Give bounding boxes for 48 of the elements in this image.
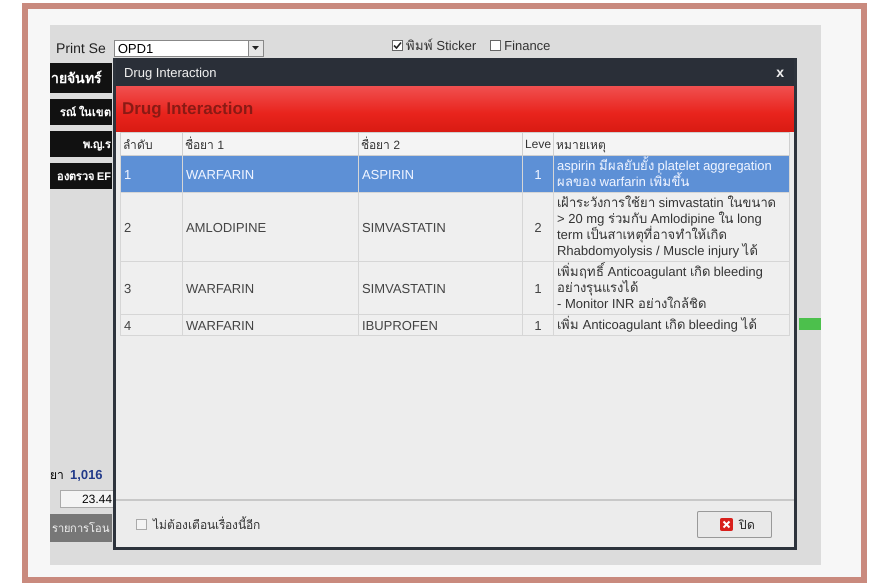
dropdown-arrow-icon xyxy=(252,46,260,50)
patient-info-label: รณ์ ในเขต xyxy=(50,99,112,125)
checkbox[interactable] xyxy=(490,40,502,50)
table-cell: AMLODIPINE xyxy=(182,192,358,262)
option-label: Finance xyxy=(504,38,550,52)
table-cell: 3 xyxy=(120,262,182,314)
table-cell: IBUPROFEN xyxy=(358,314,522,336)
print-server-label: Print Se xyxy=(56,40,106,56)
table-cell: เฝ้าระวังการใช้ยา simvastatin ในขนาด > 20 mg ร่วมกับ Amlodipine ใน long term เป็นสาเหตุที่อาจทำให้เกิด Rhabdomyolysis / Muscle injury ได้ xyxy=(554,192,790,262)
table-cell: WARFARIN xyxy=(182,262,358,314)
patient-info-label: องตรวจ EF xyxy=(50,163,112,189)
option-label: พิมพ์ Sticker xyxy=(406,36,476,54)
drug-count-label: ยา xyxy=(50,467,64,484)
table-cell: 1 xyxy=(522,156,554,192)
column-header[interactable]: หมายเหตุ xyxy=(554,132,790,156)
patient-info-label: ายจันทร์ xyxy=(50,63,112,93)
checkbox-label: ไม่ต้องเตือนเรื่องนี้อีก xyxy=(153,515,260,534)
table-cell: SIMVASTATIN xyxy=(358,262,522,314)
table-cell: WARFARIN xyxy=(182,156,358,192)
print-server-dropdown[interactable]: OPD1 xyxy=(114,40,264,56)
close-icon xyxy=(720,518,733,530)
table-cell: 2 xyxy=(522,192,554,262)
table-cell: เพิ่ม Anticoagulant เกิด bleeding ได้ xyxy=(554,314,790,336)
table-cell: SIMVASTATIN xyxy=(358,192,522,262)
patient-info-label: พ.ญ.ร xyxy=(50,131,112,157)
close-button[interactable]: x xyxy=(774,64,786,80)
column-header[interactable]: ชื่อยา 1 xyxy=(182,132,358,156)
table-cell: WARFARIN xyxy=(182,314,358,336)
checkbox[interactable] xyxy=(136,518,147,530)
table-cell: aspirin มีผลยับยั้ง platelet aggregation ผลของ warfarin เพิ่มขึ้น xyxy=(554,156,790,192)
table-cell: 1 xyxy=(522,314,554,336)
dialog-title: Drug Interaction xyxy=(124,64,216,80)
amount-field[interactable]: 23.44 xyxy=(60,490,116,508)
checkbox[interactable] xyxy=(392,40,403,50)
column-header[interactable]: ลำดับ xyxy=(120,132,182,156)
column-header[interactable]: ชื่อยา 2 xyxy=(358,132,522,156)
dialog-header: Drug Interaction xyxy=(122,99,254,119)
table-cell: เพิ่มฤทธิ์ Anticoagulant เกิด bleeding อย่างรุนแรงได้ - Monitor INR อย่างใกล้ชิด xyxy=(554,262,790,314)
table-cell: ASPIRIN xyxy=(358,156,522,192)
column-header[interactable]: Leve xyxy=(522,132,554,156)
table-cell: 2 xyxy=(120,192,182,262)
table-cell: 1 xyxy=(120,156,182,192)
status-panel xyxy=(799,318,821,330)
table-cell: 4 xyxy=(120,314,182,336)
drug-count: 1,016 xyxy=(70,467,103,482)
close-dialog-button[interactable]: ปิด xyxy=(697,510,772,538)
transfer-list-button[interactable]: รายการโอน xyxy=(50,514,112,542)
table-cell: 1 xyxy=(522,262,554,314)
